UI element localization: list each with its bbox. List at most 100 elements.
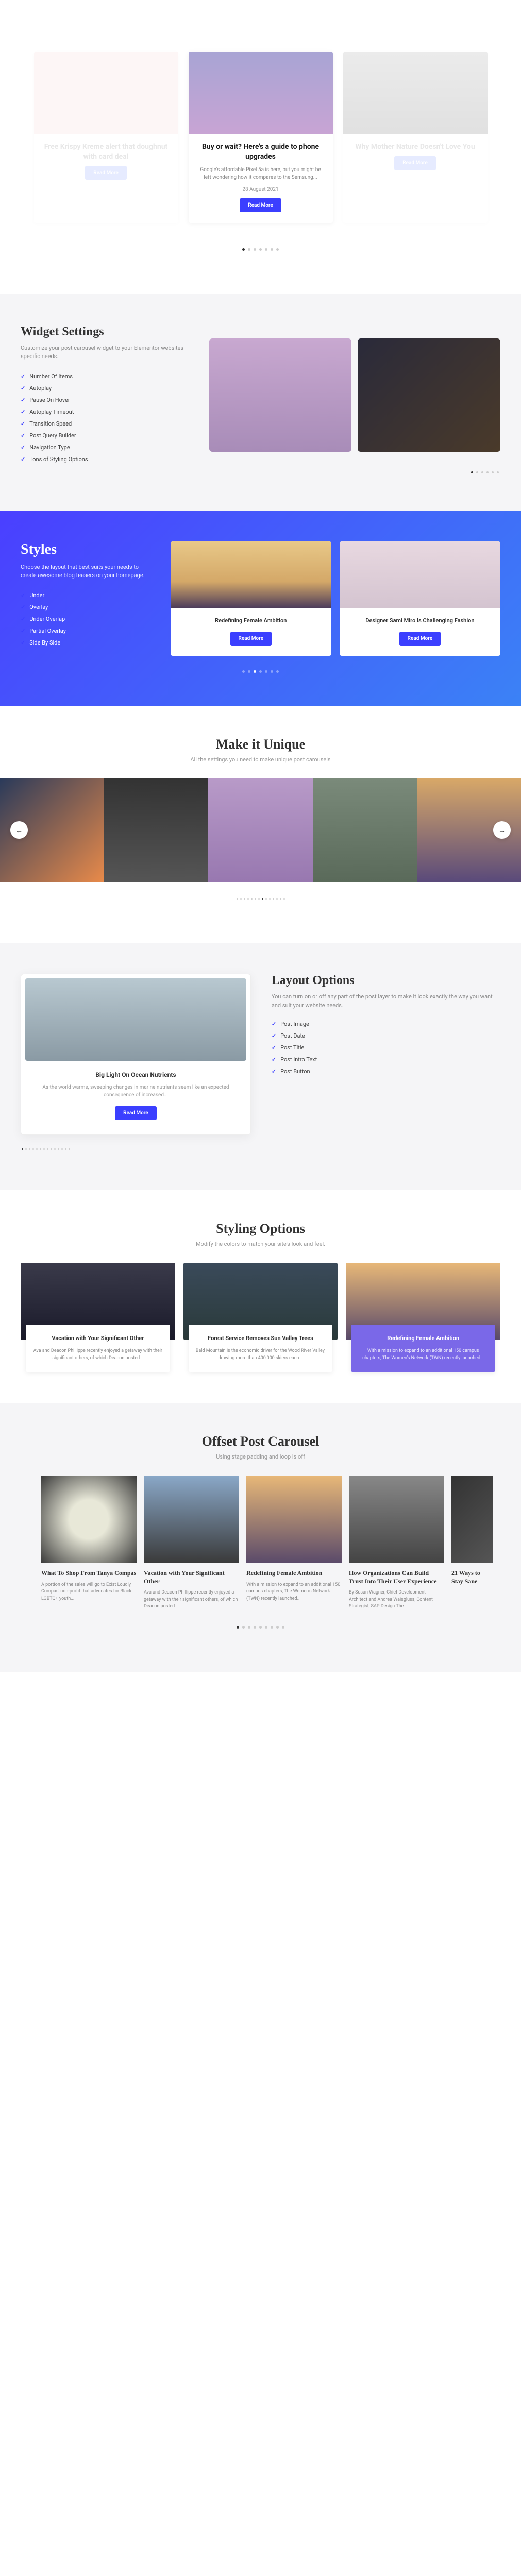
list-item: Partial Overlay bbox=[21, 625, 155, 637]
styling-section: Styling Options Modify the colors to mat… bbox=[0, 1190, 521, 1403]
hero-section: Free Krispy Kreme alert that doughnut wi… bbox=[0, 0, 521, 294]
offset-section: Offset Post Carousel Using stage padding… bbox=[0, 1403, 521, 1672]
style-card-2[interactable]: Designer Sami Miro Is Challenging Fashio… bbox=[340, 541, 500, 656]
widget-carousel[interactable] bbox=[209, 338, 500, 452]
card-title: Redefining Female Ambition bbox=[358, 1335, 488, 1343]
list-item: Side By Side bbox=[21, 637, 155, 649]
style-card-1[interactable]: Redefining Female Ambition Read More bbox=[171, 541, 331, 656]
styling-card-3[interactable]: Redefining Female Ambition With a missio… bbox=[346, 1263, 500, 1372]
list-item: Post Intro Text bbox=[272, 1054, 500, 1065]
list-item: Under Overlap bbox=[21, 613, 155, 625]
hero-image-donut bbox=[34, 52, 178, 134]
list-item: Number Of Items bbox=[21, 370, 189, 382]
read-more-button[interactable]: Read More bbox=[85, 166, 127, 180]
card-title: 21 Ways to Stay Sane bbox=[451, 1569, 493, 1585]
list-item: Post Image bbox=[272, 1018, 500, 1030]
layout-subtitle: You can turn on or off any part of the p… bbox=[272, 993, 500, 1010]
card-title: What To Shop From Tanya Compas bbox=[41, 1569, 137, 1578]
card-image bbox=[171, 541, 331, 608]
card-excerpt: With a mission to expand to an additiona… bbox=[358, 1348, 488, 1362]
card-title: Redefining Female Ambition bbox=[246, 1569, 342, 1578]
list-item: Under bbox=[21, 589, 155, 601]
styling-card-2[interactable]: Forest Service Removes Sun Valley Trees … bbox=[183, 1263, 338, 1372]
list-item: Post Button bbox=[272, 1065, 500, 1077]
list-item: Transition Speed bbox=[21, 418, 189, 430]
hero-title: Why Mother Nature Doesn't Love You bbox=[343, 134, 488, 156]
layout-title: Layout Options bbox=[272, 974, 500, 988]
styles-section: Styles Choose the layout that best suits… bbox=[0, 511, 521, 706]
hero-excerpt: Google's affordable Pixel 5a is here, bu… bbox=[189, 166, 333, 187]
offset-card-4[interactable]: How Organizations Can Build Trust Into T… bbox=[349, 1476, 444, 1611]
offset-card-1[interactable]: What To Shop From Tanya Compas A portion… bbox=[41, 1476, 137, 1611]
layout-section: Big Light On Ocean Nutrients As the worl… bbox=[0, 943, 521, 1190]
carousel-dots[interactable] bbox=[21, 1611, 500, 1641]
hero-title: Buy or wait? Here's a guide to phone upg… bbox=[189, 134, 333, 166]
list-item: Post Date bbox=[272, 1030, 500, 1042]
card-title: Designer Sami Miro Is Challenging Fashio… bbox=[340, 608, 500, 632]
hero-card-2[interactable]: Buy or wait? Here's a guide to phone upg… bbox=[189, 52, 333, 223]
read-more-button[interactable]: Read More bbox=[399, 632, 441, 646]
hero-title: Free Krispy Kreme alert that doughnut wi… bbox=[34, 134, 178, 166]
hero-card-1[interactable]: Free Krispy Kreme alert that doughnut wi… bbox=[34, 52, 178, 223]
carousel-dots[interactable] bbox=[21, 465, 500, 480]
carousel-image[interactable] bbox=[313, 778, 417, 882]
card-excerpt: Bald Mountain is the economic driver for… bbox=[196, 1348, 326, 1362]
widget-settings-section: Widget Settings Customize your post caro… bbox=[0, 294, 521, 511]
styles-subtitle: Choose the layout that best suits your n… bbox=[21, 563, 155, 580]
carousel-image bbox=[358, 338, 500, 452]
card-title: Vacation with Your Significant Other bbox=[144, 1569, 239, 1585]
styling-title: Styling Options bbox=[21, 1221, 500, 1236]
list-item: Navigation Type bbox=[21, 442, 189, 453]
hero-image-phone bbox=[189, 52, 333, 134]
unique-section: Make it Unique All the settings you need… bbox=[0, 706, 521, 943]
read-more-button[interactable]: Read More bbox=[230, 632, 272, 646]
carousel-image bbox=[209, 338, 352, 452]
card-image bbox=[451, 1476, 493, 1563]
carousel-image[interactable] bbox=[104, 778, 208, 882]
carousel-image[interactable] bbox=[208, 778, 312, 882]
styles-list: Under Overlay Under Overlap Partial Over… bbox=[21, 589, 155, 649]
card-excerpt: Ava and Deacon Phillippe recently enjoye… bbox=[33, 1348, 163, 1362]
offset-card-2[interactable]: Vacation with Your Significant Other Ava… bbox=[144, 1476, 239, 1611]
layout-list: Post Image Post Date Post Title Post Int… bbox=[272, 1018, 500, 1077]
carousel-dots[interactable] bbox=[21, 233, 500, 263]
card-title: Big Light On Ocean Nutrients bbox=[36, 1071, 236, 1078]
offset-card-3[interactable]: Redefining Female Ambition With a missio… bbox=[246, 1476, 342, 1611]
card-excerpt: A portion of the sales will go to Exist … bbox=[41, 1582, 137, 1603]
unique-subtitle: All the settings you need to make unique… bbox=[0, 756, 521, 763]
styling-card-1[interactable]: Vacation with Your Significant Other Ava… bbox=[21, 1263, 175, 1372]
card-image bbox=[349, 1476, 444, 1563]
read-more-button[interactable]: Read More bbox=[394, 156, 436, 170]
list-item: Tons of Styling Options bbox=[21, 453, 189, 465]
layout-preview-card[interactable]: Big Light On Ocean Nutrients As the worl… bbox=[21, 974, 251, 1135]
card-title: Forest Service Removes Sun Valley Trees bbox=[196, 1335, 326, 1343]
list-item: Post Query Builder bbox=[21, 430, 189, 442]
widget-title: Widget Settings bbox=[21, 325, 189, 339]
offset-card-5[interactable]: 21 Ways to Stay Sane bbox=[451, 1476, 493, 1611]
card-excerpt: With a mission to expand to an additiona… bbox=[246, 1582, 342, 1603]
read-more-button[interactable]: Read More bbox=[240, 198, 281, 212]
hero-card-3[interactable]: Why Mother Nature Doesn't Love You Read … bbox=[343, 52, 488, 223]
card-excerpt: Ava and Deacon Phillippe recently enjoye… bbox=[144, 1589, 239, 1611]
card-image bbox=[41, 1476, 137, 1563]
card-excerpt: By Susan Wagner, Chief Development Archi… bbox=[349, 1589, 444, 1611]
card-excerpt: As the world warms, sweeping changes in … bbox=[36, 1083, 236, 1099]
widget-subtitle: Customize your post carousel widget to y… bbox=[21, 344, 189, 361]
list-item: Autoplay bbox=[21, 382, 189, 394]
read-more-button[interactable]: Read More bbox=[115, 1106, 157, 1120]
carousel-dots[interactable] bbox=[21, 665, 500, 675]
card-image bbox=[246, 1476, 342, 1563]
card-title: Redefining Female Ambition bbox=[171, 608, 331, 632]
offset-subtitle: Using stage padding and loop is off bbox=[21, 1453, 500, 1460]
offset-title: Offset Post Carousel bbox=[21, 1434, 500, 1449]
list-item: Autoplay Timeout bbox=[21, 406, 189, 418]
unique-title: Make it Unique bbox=[0, 737, 521, 752]
prev-arrow[interactable]: ← bbox=[10, 821, 28, 839]
carousel-dots[interactable] bbox=[21, 1135, 500, 1159]
card-title: Vacation with Your Significant Other bbox=[33, 1335, 163, 1343]
list-item: Overlay bbox=[21, 601, 155, 613]
list-item: Pause On Hover bbox=[21, 394, 189, 406]
carousel-dots[interactable] bbox=[0, 882, 521, 912]
hero-date: 28 August 2021 bbox=[189, 187, 333, 192]
next-arrow[interactable]: → bbox=[493, 821, 511, 839]
